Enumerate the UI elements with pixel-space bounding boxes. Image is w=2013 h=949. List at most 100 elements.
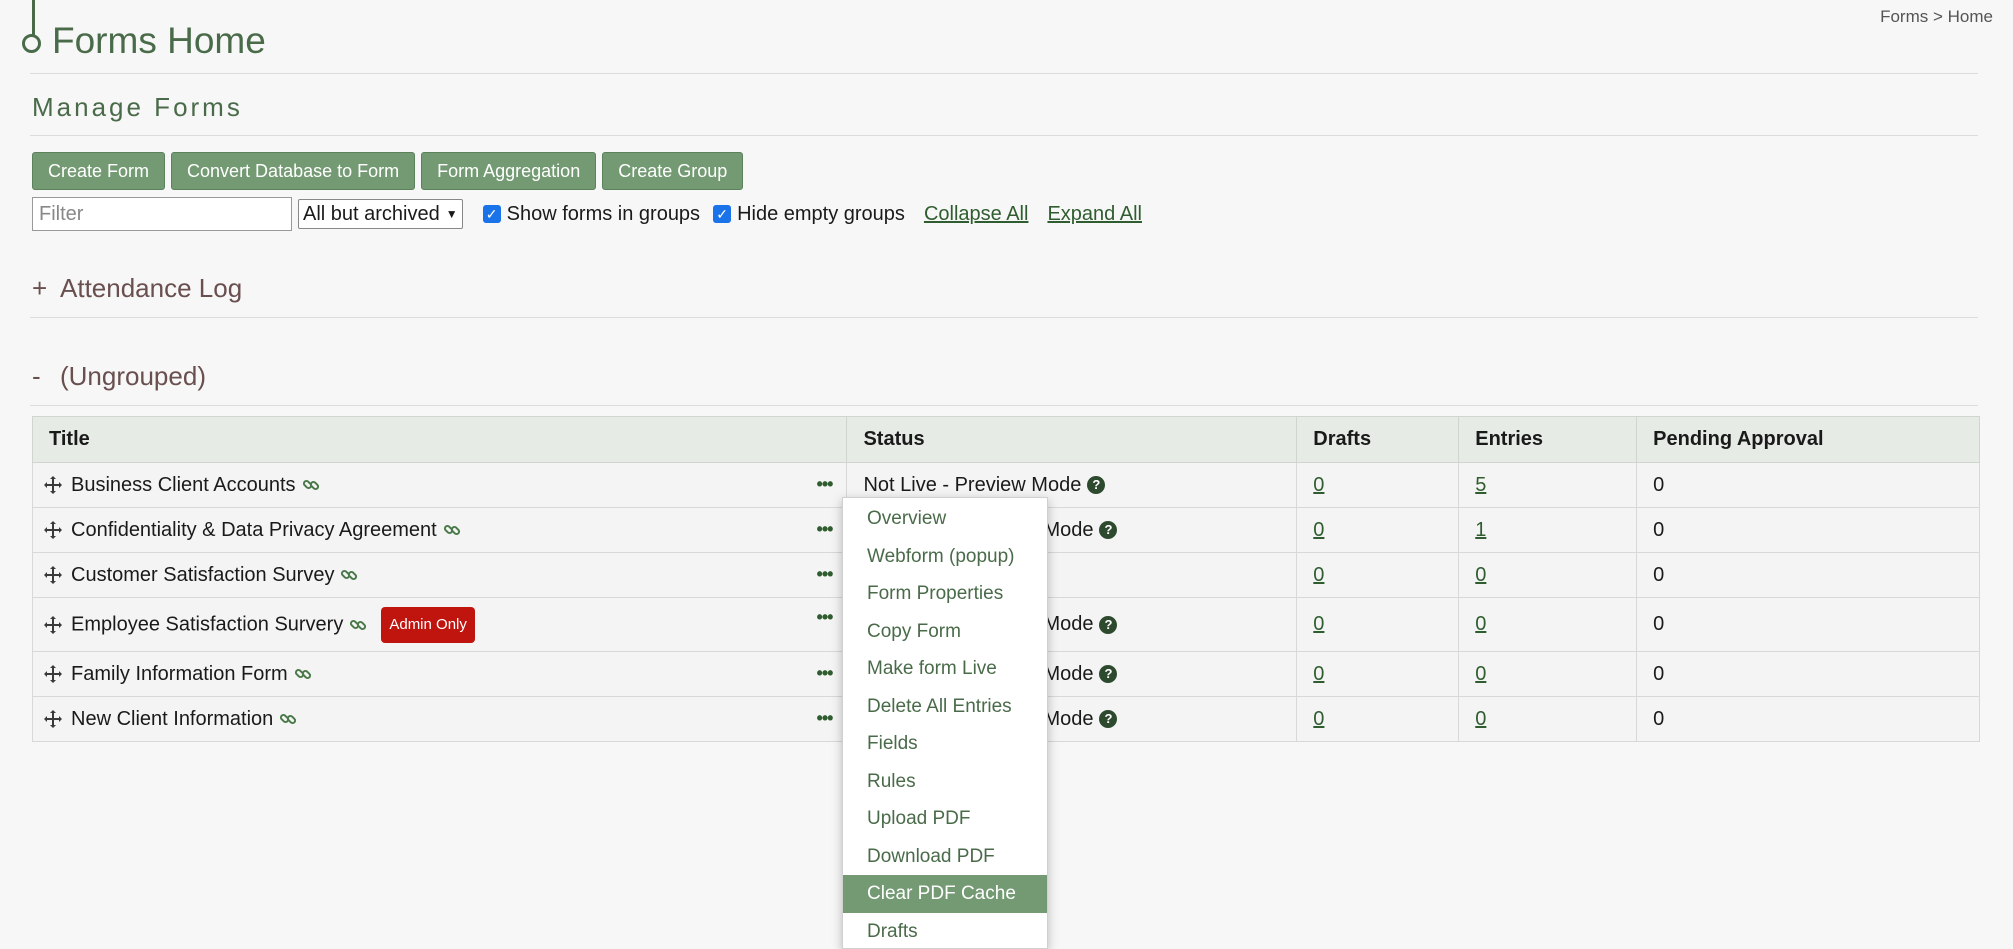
breadcrumb-root[interactable]: Forms [1880, 7, 1928, 26]
timeline-dot-icon [22, 34, 41, 53]
drafts-link[interactable]: 0 [1313, 519, 1324, 541]
group-header-ungrouped[interactable]: - (Ungrouped) [32, 361, 206, 392]
move-icon[interactable] [43, 565, 63, 585]
breadcrumb: Forms > Home [1880, 7, 1993, 27]
show-in-groups-option[interactable]: ✓ Show forms in groups [483, 203, 700, 226]
link-icon[interactable] [349, 616, 367, 634]
pending-cell: 0 [1637, 697, 1980, 742]
entries-link[interactable]: 1 [1475, 519, 1486, 541]
help-icon[interactable]: ? [1099, 710, 1117, 728]
drafts-cell: 0 [1297, 553, 1459, 598]
drafts-cell: 0 [1297, 508, 1459, 553]
status-text: Mode [1043, 519, 1093, 541]
hide-empty-checkbox[interactable]: ✓ [713, 205, 731, 223]
column-header-entries[interactable]: Entries [1459, 417, 1637, 463]
title-cell: Customer Satisfaction Survey ••• [33, 553, 847, 598]
column-header-status[interactable]: Status [847, 417, 1297, 463]
help-icon[interactable]: ? [1099, 665, 1117, 683]
divider [30, 317, 1978, 318]
pending-cell: 0 [1637, 652, 1980, 697]
column-header-title[interactable]: Title [33, 417, 847, 463]
archive-select-value: All but archived [303, 203, 440, 226]
menu-item-download-pdf[interactable]: Download PDF [843, 838, 1047, 876]
form-actions-menu: Overview Webform (popup) Form Properties… [842, 497, 1048, 949]
more-options-icon[interactable]: ••• [817, 564, 833, 585]
section-title: Manage Forms [32, 92, 243, 123]
help-icon[interactable]: ? [1087, 476, 1105, 494]
entries-link[interactable]: 0 [1475, 708, 1486, 730]
breadcrumb-current: Home [1948, 7, 1993, 26]
move-icon[interactable] [43, 664, 63, 684]
entries-link[interactable]: 0 [1475, 613, 1486, 635]
table-header-row: Title Status Drafts Entries Pending Appr… [33, 417, 1980, 463]
menu-item-delete-entries[interactable]: Delete All Entries [843, 688, 1047, 726]
filter-input[interactable] [32, 197, 292, 231]
link-icon[interactable] [302, 476, 320, 494]
drafts-link[interactable]: 0 [1313, 613, 1324, 635]
column-header-drafts[interactable]: Drafts [1297, 417, 1459, 463]
chevron-down-icon: ▼ [446, 207, 458, 221]
expand-toggle[interactable]: + [32, 273, 44, 304]
divider [30, 135, 1978, 136]
form-title[interactable]: New Client Information [71, 708, 273, 730]
create-form-button[interactable]: Create Form [32, 152, 165, 190]
move-icon[interactable] [43, 520, 63, 540]
drafts-cell: 0 [1297, 652, 1459, 697]
more-options-icon[interactable]: ••• [817, 474, 833, 495]
menu-item-upload-pdf[interactable]: Upload PDF [843, 800, 1047, 838]
collapse-all-link[interactable]: Collapse All [924, 203, 1029, 226]
more-options-icon[interactable]: ••• [817, 519, 833, 540]
menu-item-webform-popup[interactable]: Webform (popup) [843, 538, 1047, 576]
expand-all-link[interactable]: Expand All [1047, 203, 1142, 226]
help-icon[interactable]: ? [1099, 521, 1117, 539]
drafts-link[interactable]: 0 [1313, 564, 1324, 586]
collapse-toggle[interactable]: - [32, 361, 44, 392]
link-icon[interactable] [340, 566, 358, 584]
toolbar: Create Form Convert Database to Form For… [32, 152, 743, 190]
form-aggregation-button[interactable]: Form Aggregation [421, 152, 596, 190]
menu-item-copy-form[interactable]: Copy Form [843, 613, 1047, 651]
drafts-link[interactable]: 0 [1313, 474, 1324, 496]
link-icon[interactable] [443, 521, 461, 539]
pending-cell: 0 [1637, 598, 1980, 652]
more-options-icon[interactable]: ••• [817, 708, 833, 729]
link-icon[interactable] [279, 710, 297, 728]
more-options-icon[interactable]: ••• [817, 607, 833, 628]
group-header-attendance-log[interactable]: + Attendance Log [32, 273, 242, 304]
entries-cell: 0 [1459, 652, 1637, 697]
menu-item-overview[interactable]: Overview [843, 500, 1047, 538]
move-icon[interactable] [43, 475, 63, 495]
form-title[interactable]: Confidentiality & Data Privacy Agreement [71, 519, 437, 541]
group-name: Attendance Log [60, 273, 242, 304]
move-icon[interactable] [43, 615, 63, 635]
convert-database-button[interactable]: Convert Database to Form [171, 152, 415, 190]
form-title[interactable]: Family Information Form [71, 663, 288, 685]
menu-item-make-live[interactable]: Make form Live [843, 650, 1047, 688]
help-icon[interactable]: ? [1099, 616, 1117, 634]
form-title[interactable]: Employee Satisfaction Survery [71, 613, 343, 635]
pending-cell: 0 [1637, 553, 1980, 598]
entries-link[interactable]: 5 [1475, 474, 1486, 496]
timeline-line [32, 0, 35, 38]
title-cell: Employee Satisfaction SurveryAdmin Only … [33, 598, 847, 652]
column-header-pending[interactable]: Pending Approval [1637, 417, 1980, 463]
create-group-button[interactable]: Create Group [602, 152, 743, 190]
more-options-icon[interactable]: ••• [817, 663, 833, 684]
menu-item-fields[interactable]: Fields [843, 725, 1047, 763]
hide-empty-option[interactable]: ✓ Hide empty groups [713, 203, 905, 226]
drafts-link[interactable]: 0 [1313, 708, 1324, 730]
link-icon[interactable] [294, 665, 312, 683]
admin-only-badge: Admin Only [381, 607, 475, 643]
drafts-link[interactable]: 0 [1313, 663, 1324, 685]
menu-item-drafts[interactable]: Drafts [843, 913, 1047, 949]
menu-item-form-properties[interactable]: Form Properties [843, 575, 1047, 613]
entries-link[interactable]: 0 [1475, 564, 1486, 586]
form-title[interactable]: Business Client Accounts [71, 474, 296, 496]
menu-item-clear-pdf-cache[interactable]: Clear PDF Cache [843, 875, 1047, 913]
move-icon[interactable] [43, 709, 63, 729]
entries-link[interactable]: 0 [1475, 663, 1486, 685]
show-in-groups-checkbox[interactable]: ✓ [483, 205, 501, 223]
form-title[interactable]: Customer Satisfaction Survey [71, 564, 334, 586]
archive-select[interactable]: All but archived ▼ [298, 199, 463, 229]
menu-item-rules[interactable]: Rules [843, 763, 1047, 801]
